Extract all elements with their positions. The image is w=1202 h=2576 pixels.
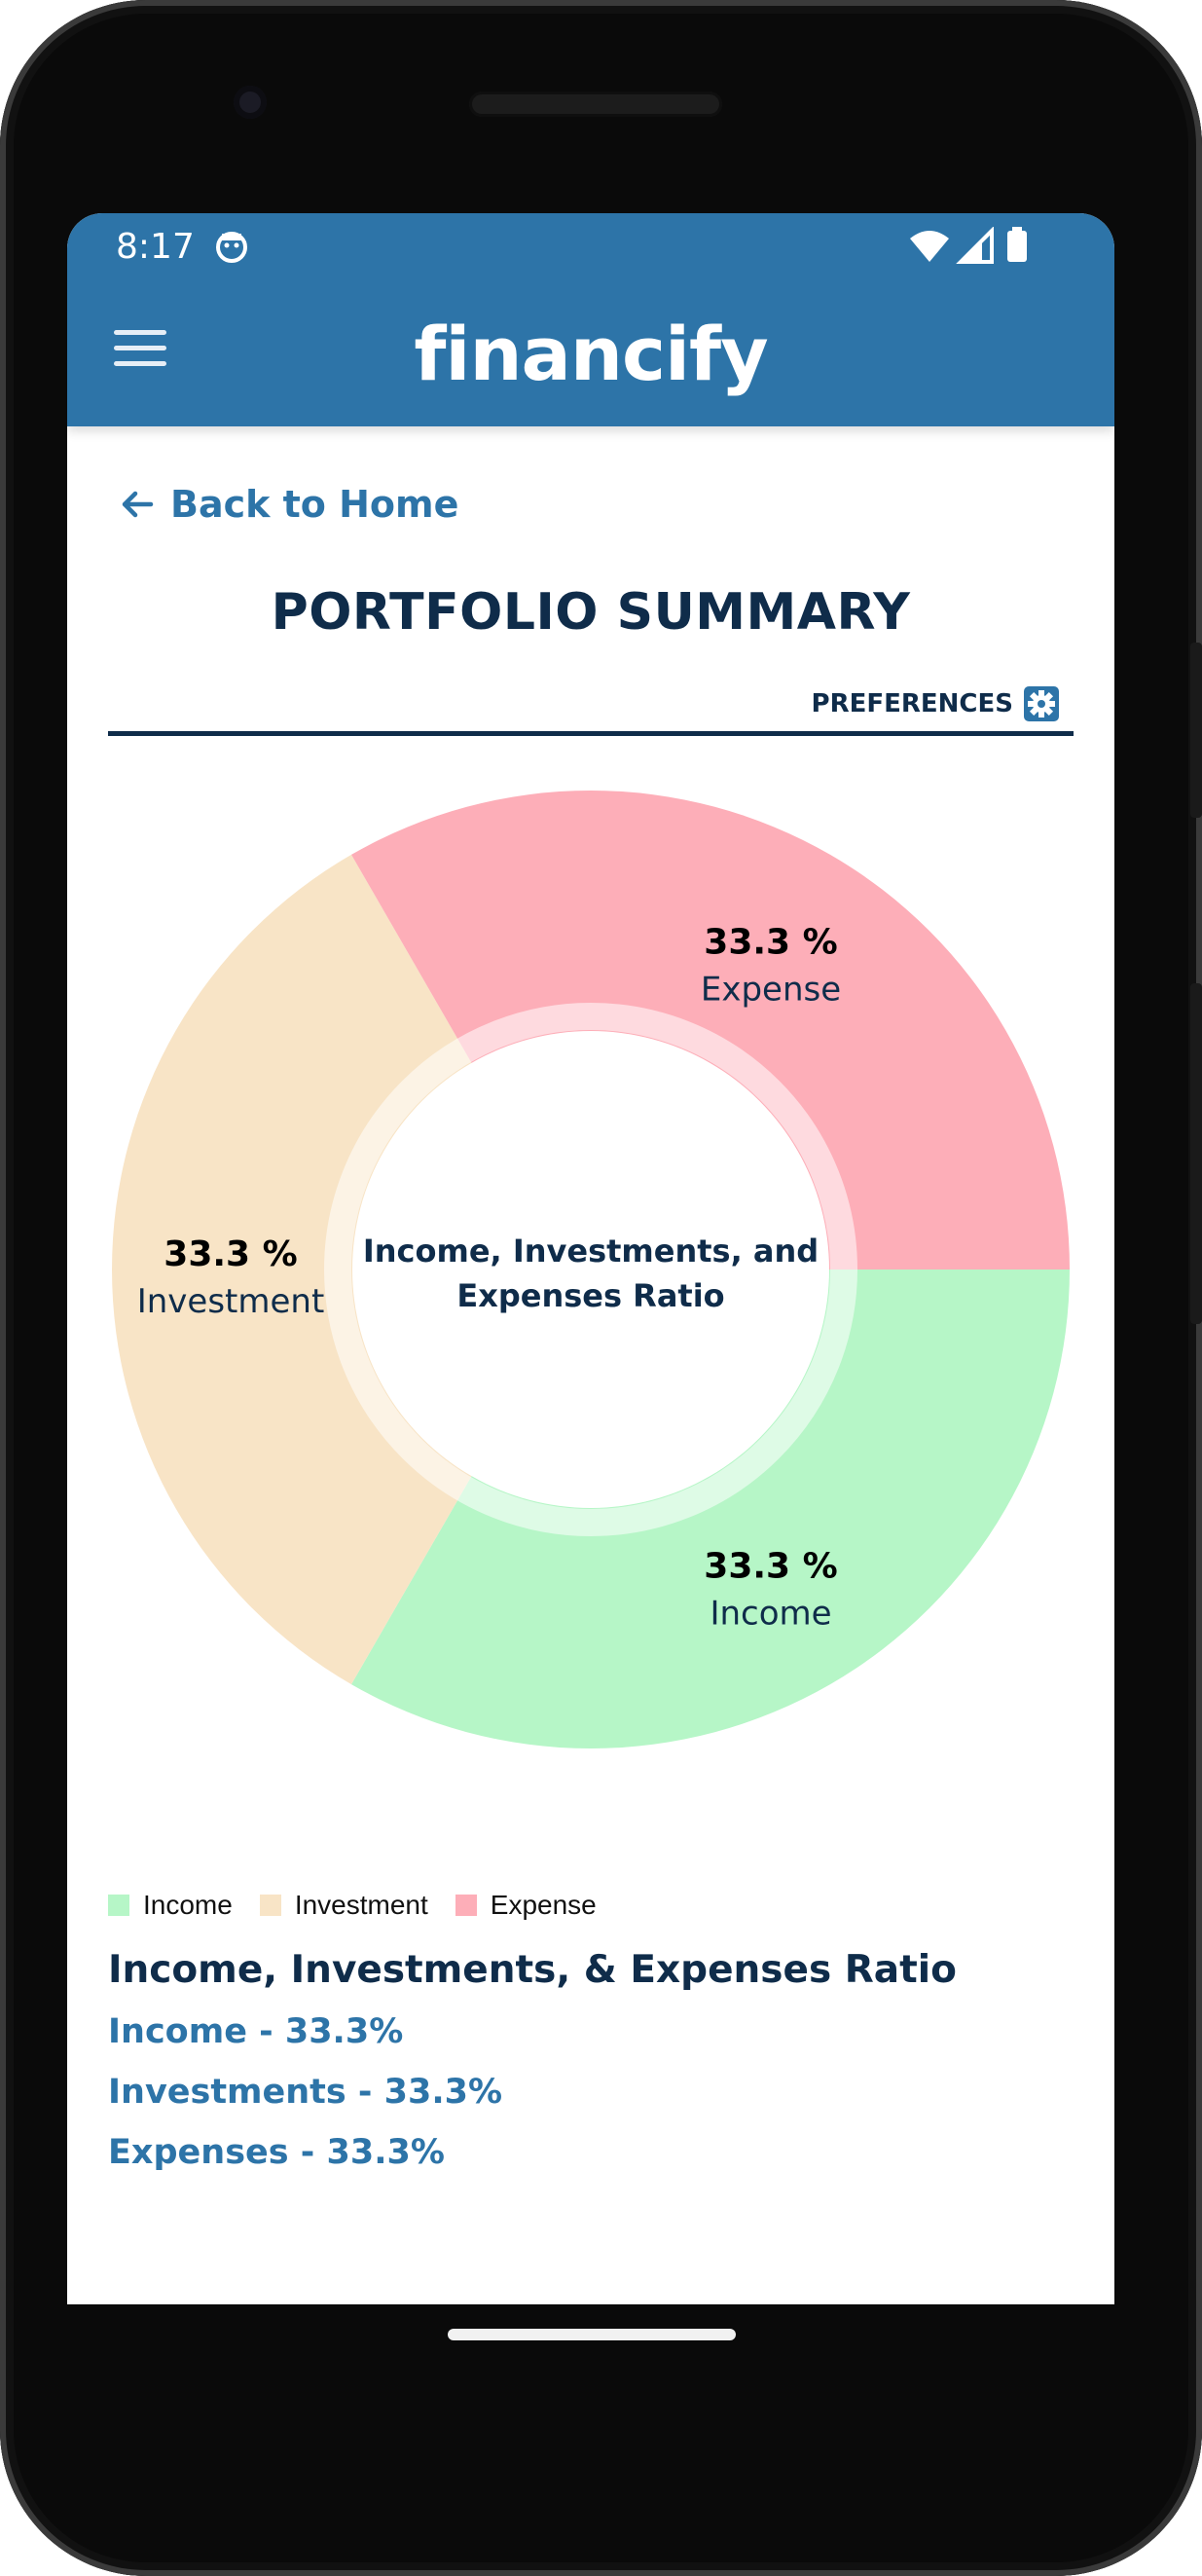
wifi-icon — [910, 231, 949, 262]
legend-investment[interactable]: Investment — [259, 1890, 428, 1921]
legend-label-investment: Investment — [294, 1890, 428, 1920]
brand-logo: financify — [414, 311, 768, 397]
summary-investments: Investments - 33.3% — [108, 2073, 503, 2112]
legend-label-income: Income — [143, 1890, 233, 1920]
battery-icon — [1007, 231, 1027, 262]
slice-value-label: 33.3 % — [704, 1546, 837, 1586]
slice-category-label: Investment — [137, 1282, 325, 1321]
summary-expenses: Expenses - 33.3% — [108, 2133, 445, 2172]
legend-swatch-income — [108, 1895, 129, 1916]
gear-icon — [1024, 686, 1059, 721]
slice-value-label: 33.3 % — [164, 1234, 297, 1274]
volume-button — [1190, 643, 1202, 818]
summary-income: Income - 33.3% — [108, 2012, 404, 2051]
slice-category-label: Expense — [701, 971, 841, 1010]
front-camera — [234, 86, 267, 119]
donut-hole — [356, 1035, 825, 1504]
donut-center-label: Expenses Ratio — [456, 1277, 724, 1314]
donut-chart: 33.3 % Income 33.3 % Investment 33.3 % Expens… — [112, 791, 1070, 1748]
legend-expense[interactable]: Expense — [455, 1890, 597, 1921]
power-button — [1190, 983, 1202, 1324]
notification-icon — [215, 231, 248, 268]
summary-title: Income, Investments, & Expenses Ratio — [108, 1948, 957, 1992]
preferences-button[interactable]: PREFERENCES — [812, 685, 1060, 722]
preferences-label: PREFERENCES — [811, 689, 1013, 718]
legend-label-expense: Expense — [490, 1890, 597, 1920]
title-divider — [108, 731, 1074, 736]
slice-value-label: 33.3 % — [704, 923, 837, 963]
legend-swatch-investment — [259, 1895, 281, 1916]
back-label: Back to Home — [170, 483, 459, 526]
legend-income[interactable]: Income — [108, 1890, 233, 1921]
status-time: 8:17 — [116, 227, 195, 267]
back-to-home-link[interactable]: Back to Home — [118, 483, 458, 526]
app-bar: 8:17 financify — [67, 213, 1114, 426]
legend-swatch-expense — [455, 1895, 477, 1916]
screen: 8:17 financify Back to Home PORTFOLIO SU… — [67, 213, 1114, 2304]
phone-frame: 8:17 financify Back to Home PORTFOLIO SU… — [0, 0, 1202, 2576]
slice-category-label: Income — [710, 1594, 831, 1633]
earpiece-speaker — [469, 92, 722, 117]
donut-center-label: Income, Investments, and — [363, 1233, 819, 1270]
page-title: PORTFOLIO SUMMARY — [271, 583, 911, 642]
home-indicator[interactable] — [448, 2329, 736, 2340]
arrow-left-icon — [122, 491, 154, 518]
chart-legend: Income Investment Expense — [108, 1890, 597, 1921]
status-icons — [910, 226, 1046, 270]
